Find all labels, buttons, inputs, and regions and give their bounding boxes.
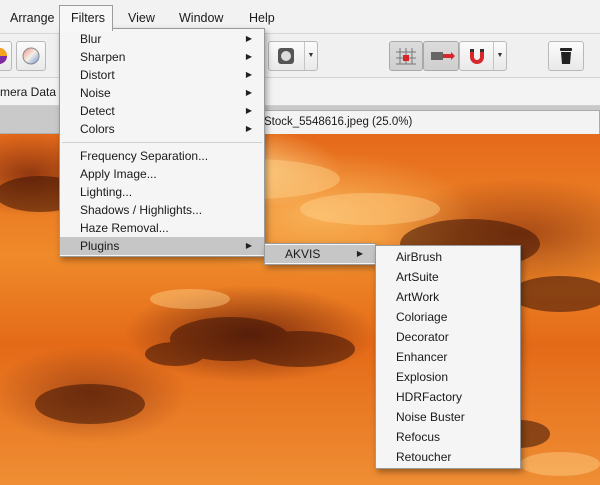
menu-item-label: Detect	[80, 104, 115, 118]
snapping-grid-button[interactable]	[389, 41, 423, 71]
menu-item-retoucher[interactable]: Retoucher	[376, 447, 520, 467]
menu-item-frequency-separation[interactable]: Frequency Separation...	[60, 147, 264, 165]
menu-item-sharpen[interactable]: Sharpen ▶	[60, 48, 264, 66]
menu-item-colors[interactable]: Colors ▶	[60, 120, 264, 138]
magnet-button[interactable]: ▼	[459, 41, 507, 71]
menu-bar: Arrange Filters View Window Help	[0, 0, 600, 34]
menu-item-explosion[interactable]: Explosion	[376, 367, 520, 387]
gradient-circle-icon	[22, 47, 40, 65]
color-wheel-button[interactable]	[0, 41, 12, 71]
trash-icon	[560, 48, 572, 64]
submenu-arrow-icon: ▶	[245, 52, 252, 61]
menu-item-airbrush[interactable]: AirBrush	[376, 247, 520, 267]
color-wheel-icon	[0, 48, 7, 64]
menu-item-enhancer[interactable]: Enhancer	[376, 347, 520, 367]
menu-item-blur[interactable]: Blur ▶	[60, 30, 264, 48]
menu-item-haze-removal[interactable]: Haze Removal...	[60, 219, 264, 237]
menu-item-label: Sharpen	[80, 50, 126, 64]
snap-to-object-button[interactable]	[423, 41, 459, 71]
menu-item-akvis[interactable]: AKVIS ▶	[265, 245, 375, 263]
filters-menu: Blur ▶ Sharpen ▶ Distort ▶ Noise ▶ Detect ▶ C…	[59, 28, 265, 257]
rounded-square-icon	[278, 48, 294, 64]
snap-object-icon	[431, 52, 455, 60]
menu-item-artwork[interactable]: ArtWork	[376, 287, 520, 307]
menu-item-label: Plugins	[80, 239, 120, 253]
camera-data-label[interactable]: mera Data	[0, 85, 56, 99]
menu-item-distort[interactable]: Distort ▶	[60, 66, 264, 84]
submenu-arrow-icon: ▶	[245, 124, 252, 133]
menu-item-label: Colors	[80, 122, 115, 136]
document-tab[interactable]: Stock_5548616.jpeg (25.0%)	[258, 110, 600, 134]
menu-item-label: Noise	[80, 86, 111, 100]
submenu-arrow-icon: ▶	[245, 241, 252, 250]
trash-button[interactable]	[548, 41, 584, 71]
gradient-button[interactable]	[16, 41, 46, 71]
akvis-submenu: AirBrush ArtSuite ArtWork Coloriage Deco…	[375, 245, 521, 469]
menu-item-label: AKVIS	[285, 247, 321, 261]
menu-filters[interactable]: Filters	[59, 5, 113, 31]
grid-snap-icon	[396, 48, 416, 65]
menu-arrange[interactable]: Arrange	[0, 5, 64, 31]
menu-item-plugins[interactable]: Plugins ▶	[60, 237, 264, 255]
menu-item-noise-buster[interactable]: Noise Buster	[376, 407, 520, 427]
chevron-down-icon[interactable]: ▼	[304, 42, 317, 70]
menu-item-noise[interactable]: Noise ▶	[60, 84, 264, 102]
submenu-arrow-icon: ▶	[245, 88, 252, 97]
plugins-submenu: AKVIS ▶	[264, 243, 376, 265]
submenu-arrow-icon: ▶	[245, 70, 252, 79]
magnet-icon	[470, 49, 484, 64]
menu-item-label: Distort	[80, 68, 115, 82]
menu-item-decorator[interactable]: Decorator	[376, 327, 520, 347]
menu-item-artsuite[interactable]: ArtSuite	[376, 267, 520, 287]
menu-item-shadows-highlights[interactable]: Shadows / Highlights...	[60, 201, 264, 219]
submenu-arrow-icon: ▶	[245, 106, 252, 115]
menu-item-coloriage[interactable]: Coloriage	[376, 307, 520, 327]
submenu-arrow-icon: ▶	[245, 34, 252, 43]
menu-item-refocus[interactable]: Refocus	[376, 427, 520, 447]
submenu-arrow-icon: ▶	[356, 249, 363, 258]
menu-item-lighting[interactable]: Lighting...	[60, 183, 264, 201]
menu-item-label: Blur	[80, 32, 102, 46]
shape-button[interactable]: ▼	[268, 41, 318, 71]
chevron-down-icon[interactable]: ▼	[493, 42, 506, 70]
menu-item-detect[interactable]: Detect ▶	[60, 102, 264, 120]
menu-item-hdrfactory[interactable]: HDRFactory	[376, 387, 520, 407]
menu-separator	[62, 142, 262, 143]
menu-item-apply-image[interactable]: Apply Image...	[60, 165, 264, 183]
